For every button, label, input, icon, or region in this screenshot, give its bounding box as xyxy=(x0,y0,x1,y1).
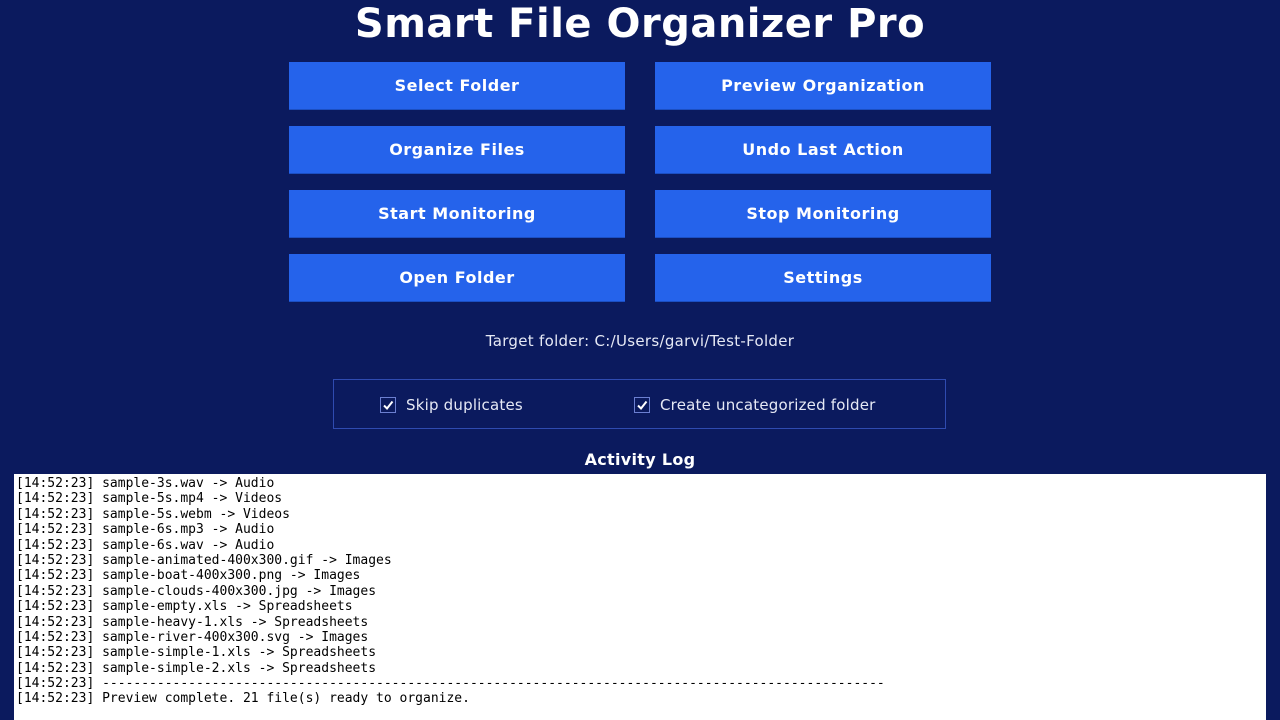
log-line: [14:52:23] sample-5s.webm -> Videos xyxy=(16,506,290,522)
uncategorized-folder-checkbox[interactable] xyxy=(634,397,650,413)
undo-last-action-button[interactable]: Undo Last Action xyxy=(655,126,991,174)
start-monitoring-button[interactable]: Start Monitoring xyxy=(289,190,625,238)
log-line: [14:52:23] -----------------------------… xyxy=(16,676,885,692)
log-line: [14:52:23] sample-simple-2.xls -> Spread… xyxy=(16,660,377,676)
organize-files-button[interactable]: Organize Files xyxy=(289,126,625,174)
skip-duplicates-option[interactable]: Skip duplicates xyxy=(380,396,523,414)
log-line: [14:52:23] sample-heavy-1.xls -> Spreads… xyxy=(16,614,369,630)
log-line: [14:52:23] sample-boat-400x300.png -> Im… xyxy=(16,568,361,584)
checkmark-icon xyxy=(383,400,394,411)
activity-log-title: Activity Log xyxy=(584,450,696,469)
uncategorized-folder-label: Create uncategorized folder xyxy=(660,396,876,414)
activity-log-textbox[interactable]: [14:52:23] sample-3s.wav -> Audio [14:52… xyxy=(14,474,1266,720)
log-line: [14:52:23] sample-5s.mp4 -> Videos xyxy=(16,491,283,507)
checkmark-icon xyxy=(637,400,648,411)
stop-monitoring-button[interactable]: Stop Monitoring xyxy=(655,190,991,238)
log-line: [14:52:23] sample-3s.wav -> Audio xyxy=(16,476,275,491)
log-line: [14:52:23] sample-clouds-400x300.jpg -> … xyxy=(16,583,377,599)
app-window: Smart File Organizer Pro Select Folder P… xyxy=(0,0,1280,720)
settings-button[interactable]: Settings xyxy=(655,254,991,302)
log-line: [14:52:23] sample-animated-400x300.gif -… xyxy=(16,552,392,568)
log-line: [14:52:23] sample-empty.xls -> Spreadshe… xyxy=(16,599,353,615)
preview-organization-button[interactable]: Preview Organization xyxy=(655,62,991,110)
log-line: [14:52:23] sample-6s.mp3 -> Audio xyxy=(16,522,275,538)
log-line: [14:52:23] sample-6s.wav -> Audio xyxy=(16,537,275,553)
log-line: [14:52:23] sample-river-400x300.svg -> I… xyxy=(16,629,369,645)
options-panel: Skip duplicates Create uncategorized fol… xyxy=(333,379,946,429)
uncategorized-folder-option[interactable]: Create uncategorized folder xyxy=(634,396,876,414)
action-button-grid: Select Folder Preview Organization Organ… xyxy=(289,62,991,302)
target-folder-label: Target folder: C:/Users/garvi/Test-Folde… xyxy=(485,332,795,350)
select-folder-button[interactable]: Select Folder xyxy=(289,62,625,110)
open-folder-button[interactable]: Open Folder xyxy=(289,254,625,302)
skip-duplicates-checkbox[interactable] xyxy=(380,397,396,413)
app-title: Smart File Organizer Pro xyxy=(354,1,926,47)
log-line: [14:52:23] Preview complete. 21 file(s) … xyxy=(16,691,470,707)
log-line: [14:52:23] sample-simple-1.xls -> Spread… xyxy=(16,645,377,661)
skip-duplicates-label: Skip duplicates xyxy=(406,396,523,414)
